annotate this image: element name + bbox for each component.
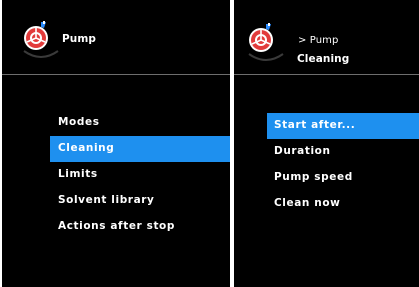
- menu-item-solvent-library[interactable]: Solvent library: [2, 188, 230, 214]
- menu-item-clean-now[interactable]: Clean now: [234, 191, 419, 217]
- menu-item-actions-after-stop[interactable]: Actions after stop: [2, 214, 230, 240]
- screen-header: Pump: [2, 0, 230, 74]
- screen-title: Cleaning: [297, 53, 350, 65]
- header-divider: [2, 74, 230, 75]
- menu-item-start-after[interactable]: Start after...: [267, 113, 419, 139]
- cleaning-menu-screen: > Pump Cleaning Start after... Duration …: [234, 0, 419, 287]
- pump-icon: [249, 23, 273, 52]
- pump-icon-reflection: [248, 53, 284, 61]
- menu-item-cleaning[interactable]: Cleaning: [50, 136, 230, 162]
- screen-header: > Pump Cleaning: [234, 0, 419, 74]
- pump-icon: [24, 21, 48, 50]
- pump-menu-list: Modes Cleaning Limits Solvent library Ac…: [2, 110, 230, 240]
- pump-icon-reflection: [23, 50, 59, 58]
- cleaning-menu-list: Start after... Duration Pump speed Clean…: [234, 113, 419, 217]
- menu-item-limits[interactable]: Limits: [2, 162, 230, 188]
- menu-item-pump-speed[interactable]: Pump speed: [234, 165, 419, 191]
- screen-title: Pump: [62, 33, 97, 45]
- menu-item-duration[interactable]: Duration: [234, 139, 419, 165]
- pump-menu-screen: Pump Modes Cleaning Limits Solvent libra…: [2, 0, 230, 287]
- header-divider: [234, 74, 419, 75]
- menu-item-modes[interactable]: Modes: [2, 110, 230, 136]
- breadcrumb: > Pump: [298, 35, 339, 46]
